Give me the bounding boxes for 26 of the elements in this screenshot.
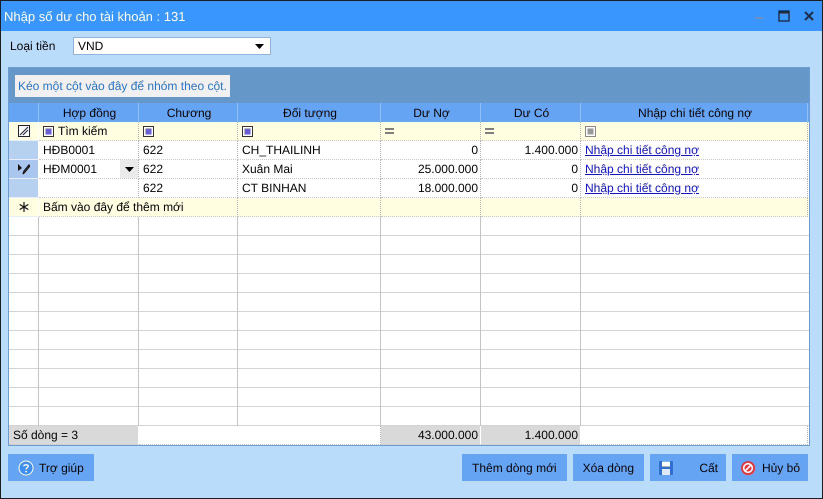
cancel-button[interactable]: Hủy bỏ	[732, 454, 808, 481]
debt-detail-link[interactable]: Nhập chi tiết công nợ	[585, 181, 699, 195]
table-cell: Xuân Mai	[238, 160, 381, 179]
table-cell: CH_THAILINH	[238, 141, 381, 160]
debt-detail-link[interactable]: Nhập chi tiết công nợ	[585, 143, 699, 157]
currency-label: Loại tiền	[9, 39, 56, 53]
window-title: Nhập số dư cho tài khoản : 131	[4, 8, 186, 24]
save-button[interactable]: Cất	[650, 454, 726, 481]
group-hint: Kéo một cột vào đây để nhóm theo cột.	[15, 74, 230, 96]
credit-total: 1.400.000	[481, 426, 581, 445]
debt-detail-link[interactable]: Nhập chi tiết công nợ	[585, 162, 699, 176]
action-button[interactable]: Xóa dòng	[572, 454, 644, 481]
table-cell: 0	[381, 141, 481, 160]
help-button[interactable]: Trợ giúp	[8, 454, 94, 481]
table-cell: 25.000.000	[381, 160, 481, 179]
table-cell: 622	[139, 141, 238, 160]
contract-dropdown[interactable]: HĐM0001	[39, 160, 139, 179]
filter-cell[interactable]: Tìm kiếm	[39, 122, 139, 141]
row-count: Số dòng = 3	[9, 426, 139, 445]
action-button[interactable]: Thêm dòng mới	[462, 454, 567, 481]
debit-total: 43.000.000	[381, 426, 481, 445]
table-cell: 0	[481, 160, 581, 179]
search-filter[interactable]: Tìm kiếm	[58, 124, 108, 138]
currency-dropdown[interactable]: VND	[73, 37, 271, 55]
table-cell: 622	[139, 160, 238, 179]
table-cell: 1.400.000	[481, 141, 581, 160]
